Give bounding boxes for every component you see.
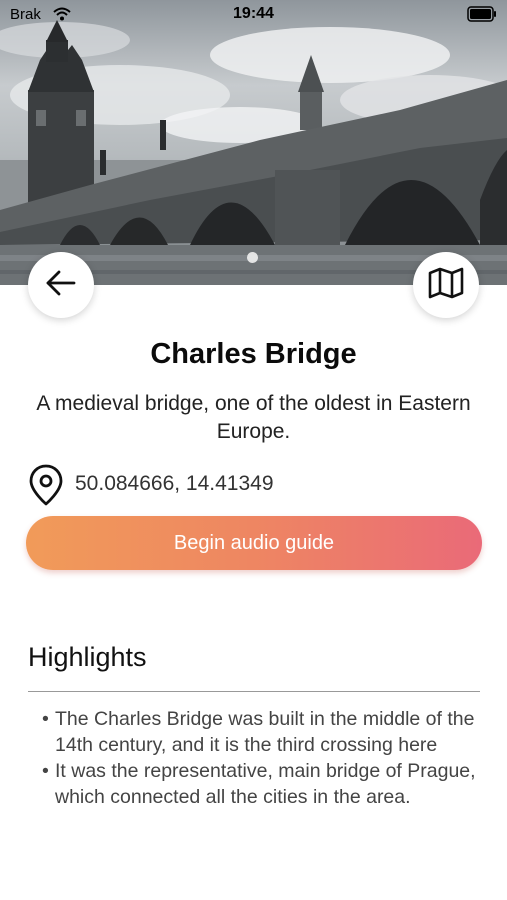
map-icon (428, 267, 464, 304)
back-button[interactable] (28, 252, 94, 318)
battery-icon (467, 6, 497, 27)
status-bar: Brak 19:44 (0, 0, 507, 32)
bullet: • (42, 708, 49, 730)
coordinates-text: 50.084666, 14.41349 (75, 472, 274, 495)
arrow-left-icon (45, 270, 77, 301)
landmark-title: Charles Bridge (150, 338, 357, 370)
location-row: 50.084666, 14.41349 (28, 464, 468, 508)
map-button[interactable] (413, 252, 479, 318)
highlight-text: It was the representative, main bridge o… (55, 760, 476, 808)
list-item: • It was the representative, main bridge… (40, 758, 480, 810)
list-item: • The Charles Bridge was built in the mi… (40, 706, 480, 758)
charles-bridge-photo (0, 20, 507, 285)
landmark-description: A medieval bridge, one of the oldest in … (36, 392, 471, 443)
bullet: • (42, 760, 49, 782)
status-time: 19:44 (233, 5, 274, 22)
divider (28, 691, 480, 692)
image-page-indicator[interactable] (247, 252, 258, 263)
highlight-text: The Charles Bridge was built in the midd… (55, 708, 475, 756)
hero-image (0, 0, 507, 285)
location-pin-icon (28, 464, 64, 511)
highlights-heading: Highlights (28, 642, 147, 672)
highlights-list: • The Charles Bridge was built in the mi… (40, 706, 480, 810)
begin-audio-guide-button[interactable]: Begin audio guide (26, 516, 482, 570)
